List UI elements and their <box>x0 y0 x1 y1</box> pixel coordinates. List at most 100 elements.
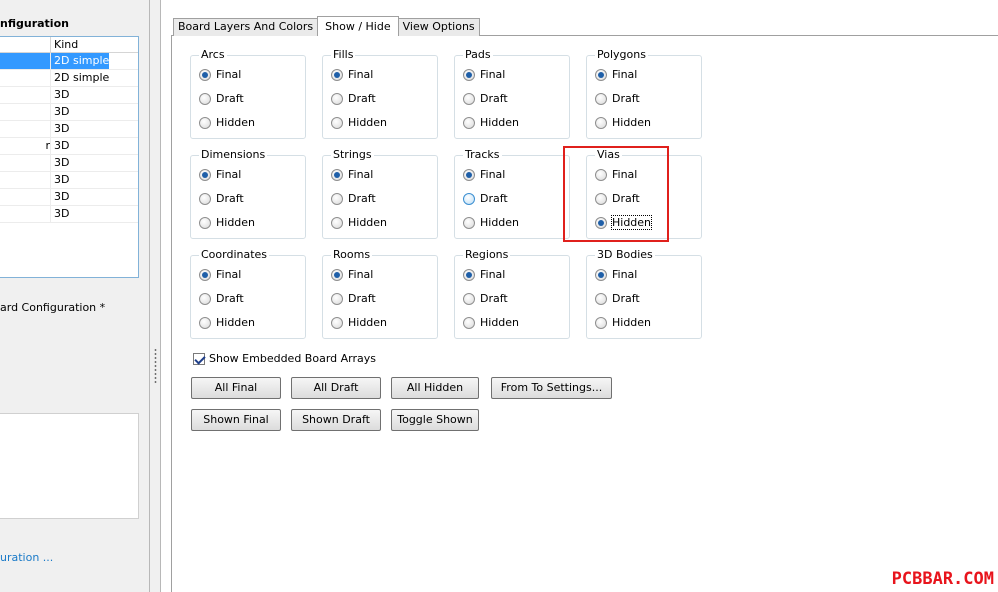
radio-button[interactable] <box>331 92 343 105</box>
list-row[interactable]: r 3D <box>0 138 138 155</box>
radio-button[interactable] <box>331 192 343 205</box>
radio-button[interactable] <box>595 92 607 105</box>
list-row[interactable]: 3D <box>0 104 138 121</box>
configuration-list[interactable]: Kind 2D simple 2D simple 3D 3D 3D r 3D 3D 3D 3D 3D <box>0 36 139 278</box>
tab-show-hide[interactable]: Show / Hide <box>317 16 399 36</box>
polygons-draft-option[interactable]: Draft <box>595 92 640 105</box>
polygons-hidden-option[interactable]: Hidden <box>595 116 651 129</box>
radio-button[interactable] <box>463 316 475 329</box>
toggle-shown-button[interactable]: Toggle Shown <box>391 409 479 431</box>
radio-button[interactable] <box>199 268 211 281</box>
radio-button[interactable] <box>463 192 475 205</box>
kind-cell: 3D <box>54 207 70 220</box>
polygons-final-option[interactable]: Final <box>595 68 637 81</box>
radio-button[interactable] <box>331 116 343 129</box>
tracks-draft-option[interactable]: Draft <box>463 192 508 205</box>
kind-column-header[interactable]: Kind <box>51 37 78 52</box>
regions-hidden-option[interactable]: Hidden <box>463 316 519 329</box>
list-row[interactable]: 3D <box>0 155 138 172</box>
splitter-grip-icon[interactable] <box>154 348 157 384</box>
list-row[interactable]: 2D simple <box>0 53 138 70</box>
radio-button[interactable] <box>463 92 475 105</box>
list-row[interactable]: 2D simple <box>0 70 138 87</box>
3d-bodies-final-option[interactable]: Final <box>595 268 637 281</box>
regions-draft-option[interactable]: Draft <box>463 292 508 305</box>
radio-button[interactable] <box>199 216 211 229</box>
radio-button[interactable] <box>331 168 343 181</box>
pads-final-option[interactable]: Final <box>463 68 505 81</box>
coordinates-hidden-option[interactable]: Hidden <box>199 316 255 329</box>
radio-button[interactable] <box>199 192 211 205</box>
radio-label: Hidden <box>216 116 256 129</box>
fills-draft-option[interactable]: Draft <box>331 92 376 105</box>
radio-button[interactable] <box>595 116 607 129</box>
list-row[interactable]: 3D <box>0 172 138 189</box>
from-to-settings-button[interactable]: From To Settings... <box>491 377 612 399</box>
radio-button[interactable] <box>199 68 211 81</box>
radio-button[interactable] <box>199 316 211 329</box>
radio-button[interactable] <box>595 268 607 281</box>
regions-final-option[interactable]: Final <box>463 268 505 281</box>
rooms-final-option[interactable]: Final <box>331 268 373 281</box>
list-row[interactable]: 3D <box>0 87 138 104</box>
strings-draft-option[interactable]: Draft <box>331 192 376 205</box>
radio-button[interactable] <box>463 168 475 181</box>
coordinates-draft-option[interactable]: Draft <box>199 292 244 305</box>
panel-splitter[interactable] <box>151 0 160 592</box>
strings-hidden-option[interactable]: Hidden <box>331 216 387 229</box>
coordinates-final-option[interactable]: Final <box>199 268 241 281</box>
tracks-final-option[interactable]: Final <box>463 168 505 181</box>
radio-button[interactable] <box>463 116 475 129</box>
radio-button[interactable] <box>595 292 607 305</box>
radio-button[interactable] <box>331 292 343 305</box>
fills-hidden-option[interactable]: Hidden <box>331 116 387 129</box>
arcs-draft-option[interactable]: Draft <box>199 92 244 105</box>
rooms-hidden-option[interactable]: Hidden <box>331 316 387 329</box>
list-row[interactable]: 3D <box>0 206 138 223</box>
rooms-draft-option[interactable]: Draft <box>331 292 376 305</box>
shown-draft-button[interactable]: Shown Draft <box>291 409 381 431</box>
tracks-hidden-option[interactable]: Hidden <box>463 216 519 229</box>
pads-hidden-option[interactable]: Hidden <box>463 116 519 129</box>
dimensions-final-option[interactable]: Final <box>199 168 241 181</box>
show-embedded-checkbox[interactable] <box>193 352 205 365</box>
radio-button[interactable] <box>463 292 475 305</box>
list-row[interactable]: 3D <box>0 121 138 138</box>
radio-button[interactable] <box>331 316 343 329</box>
all-draft-button[interactable]: All Draft <box>291 377 381 399</box>
radio-button[interactable] <box>199 116 211 129</box>
radio-button[interactable] <box>331 216 343 229</box>
name-column-header[interactable] <box>0 37 51 52</box>
radio-button[interactable] <box>331 268 343 281</box>
tab-board-layers-and-colors[interactable]: Board Layers And Colors <box>173 18 319 36</box>
arcs-final-option[interactable]: Final <box>199 68 241 81</box>
radio-button[interactable] <box>199 292 211 305</box>
show-embedded-board-arrays[interactable]: Show Embedded Board Arrays <box>193 352 376 365</box>
kind-cell: 2D simple <box>51 53 110 69</box>
radio-label: Hidden <box>348 316 388 329</box>
shown-final-button[interactable]: Shown Final <box>191 409 281 431</box>
kind-cell: 3D <box>54 139 70 152</box>
3d-bodies-hidden-option[interactable]: Hidden <box>595 316 651 329</box>
radio-button[interactable] <box>199 92 211 105</box>
arcs-hidden-option[interactable]: Hidden <box>199 116 255 129</box>
radio-button[interactable] <box>463 68 475 81</box>
all-final-button[interactable]: All Final <box>191 377 281 399</box>
tab-bar: Board Layers And Colors Show / Hide View O… <box>173 16 480 36</box>
radio-button[interactable] <box>199 168 211 181</box>
radio-button[interactable] <box>463 216 475 229</box>
list-row[interactable]: 3D <box>0 189 138 206</box>
pads-draft-option[interactable]: Draft <box>463 92 508 105</box>
tab-view-options[interactable]: View Options <box>397 18 480 36</box>
radio-button[interactable] <box>331 68 343 81</box>
radio-button[interactable] <box>463 268 475 281</box>
strings-final-option[interactable]: Final <box>331 168 373 181</box>
3d-bodies-draft-option[interactable]: Draft <box>595 292 640 305</box>
radio-button[interactable] <box>595 68 607 81</box>
dimensions-hidden-option[interactable]: Hidden <box>199 216 255 229</box>
configuration-link[interactable]: uration ... <box>0 551 53 564</box>
radio-button[interactable] <box>595 316 607 329</box>
all-hidden-button[interactable]: All Hidden <box>391 377 479 399</box>
fills-final-option[interactable]: Final <box>331 68 373 81</box>
dimensions-draft-option[interactable]: Draft <box>199 192 244 205</box>
